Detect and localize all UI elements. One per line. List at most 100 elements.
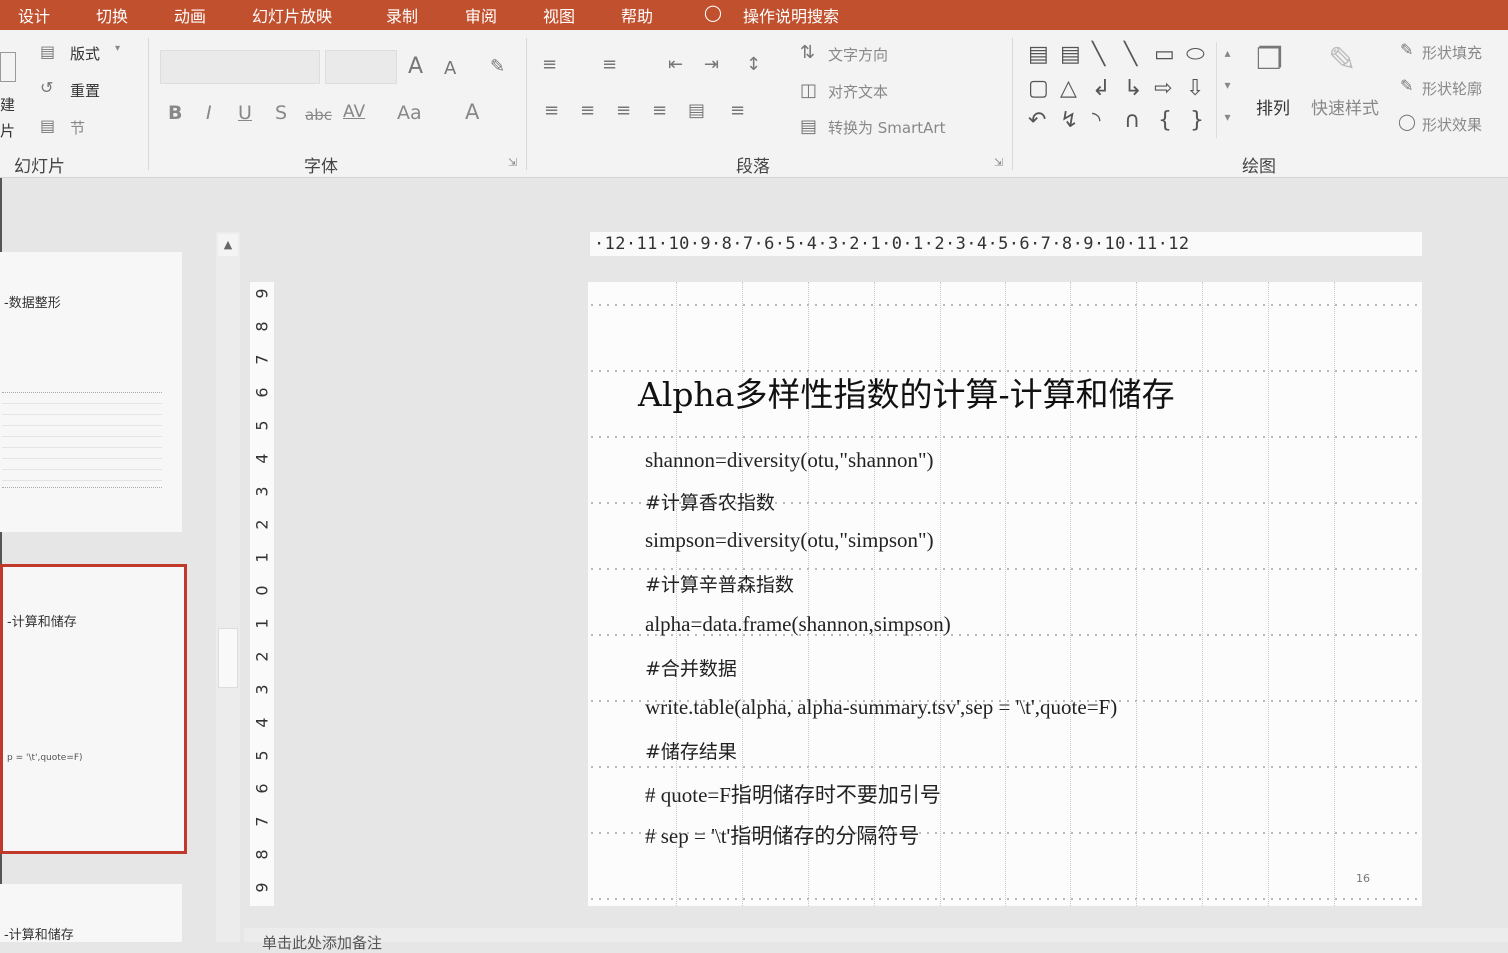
align-text-icon: ◫	[800, 80, 818, 101]
new-slide-label-2[interactable]: 片	[0, 120, 15, 141]
increase-indent-icon[interactable]: ⇥	[704, 54, 719, 75]
ruler-tick: 2	[252, 651, 272, 662]
tab-view[interactable]: 视图	[543, 3, 575, 27]
dialog-launcher-icon[interactable]: ⇲	[994, 156, 1003, 169]
comment-line[interactable]: #计算辛普森指数	[645, 570, 794, 597]
distributed-icon[interactable]: ▤	[688, 100, 705, 121]
line-spacing-icon[interactable]: ↕	[746, 54, 761, 75]
shape-effects-button[interactable]: 形状效果	[1422, 114, 1482, 135]
slide-title[interactable]: Alpha多样性指数的计算-计算和储存	[638, 368, 1175, 416]
notes-placeholder[interactable]: 单击此处添加备注	[262, 932, 382, 953]
tab-help[interactable]: 帮助	[621, 3, 653, 27]
italic-button[interactable]: I	[206, 102, 212, 124]
right-brace-shape-icon[interactable]: }	[1190, 108, 1204, 133]
shrink-font-button[interactable]: A	[444, 58, 456, 79]
reset-button[interactable]: 重置	[70, 80, 100, 101]
vertical-scrollbar[interactable]: ▲	[216, 232, 240, 942]
align-text-button[interactable]: 对齐文本	[828, 81, 888, 102]
arc-shape-icon[interactable]: ◝	[1092, 108, 1101, 133]
scroll-thumb[interactable]	[218, 628, 238, 688]
font-size-combo[interactable]	[325, 50, 397, 84]
ruler-tick: 4	[252, 453, 272, 464]
numbering-icon[interactable]: ≡	[602, 54, 617, 75]
tab-transitions[interactable]: 切换	[96, 3, 128, 27]
code-line[interactable]: write.table(alpha, alpha-summary.tsv',se…	[645, 695, 1117, 720]
tab-record[interactable]: 录制	[386, 3, 418, 27]
comment-line[interactable]: # sep = '\t'指明储存的分隔符号	[645, 820, 919, 850]
clear-format-icon[interactable]: ✎	[490, 56, 505, 77]
new-slide-icon[interactable]	[0, 52, 16, 82]
shadow-button[interactable]: S	[275, 102, 287, 124]
notes-pane[interactable]: 单击此处添加备注	[244, 928, 1508, 952]
tab-slideshow[interactable]: 幻灯片放映	[252, 3, 332, 27]
tab-animations[interactable]: 动画	[174, 3, 206, 27]
comment-line[interactable]: #储存结果	[645, 737, 737, 764]
bullets-icon[interactable]: ≡	[542, 54, 557, 75]
underline-button[interactable]: U	[238, 102, 252, 124]
change-case-button[interactable]: Aa	[397, 102, 422, 124]
layout-button[interactable]: 版式	[70, 43, 100, 64]
code-line[interactable]: alpha=data.frame(shannon,simpson)	[645, 612, 951, 637]
left-brace-shape-icon[interactable]: {	[1158, 108, 1172, 133]
chevron-down-icon: ▾	[115, 43, 121, 54]
new-slide-label[interactable]: 建	[0, 94, 15, 115]
shapes-gallery[interactable]: ▤ ▤ ╲ ╲ ▭ ⬭ ▢ △ ↲ ↳ ⇨ ⇩ ↶ ↯ ◝ ∩ { }	[1020, 42, 1220, 138]
slide-thumbnail[interactable]: -计算和储存	[0, 884, 182, 943]
tab-design[interactable]: 设计	[18, 3, 50, 27]
dialog-launcher-icon[interactable]: ⇲	[508, 156, 517, 169]
shape-outline-button[interactable]: 形状轮廓	[1422, 78, 1482, 99]
align-left-icon[interactable]: ≡	[544, 100, 559, 121]
grow-font-button[interactable]: A	[408, 54, 423, 79]
rounded-rectangle-shape-icon[interactable]: ▢	[1028, 76, 1049, 101]
lightning-shape-icon[interactable]: ↯	[1060, 108, 1078, 133]
triangle-shape-icon[interactable]: △	[1060, 76, 1077, 101]
shape-fill-button[interactable]: 形状填充	[1422, 42, 1482, 63]
slide-thumbnail-active[interactable]: -计算和储存 p = '\t',quote=F)	[0, 564, 187, 854]
font-name-combo[interactable]	[160, 50, 320, 84]
arrange-button[interactable]: 排列	[1256, 94, 1290, 119]
align-center-icon[interactable]: ≡	[580, 100, 595, 121]
char-spacing-button[interactable]: AV	[343, 102, 365, 122]
comment-line[interactable]: #计算香农指数	[645, 488, 775, 515]
justify-icon[interactable]: ≡	[652, 100, 667, 121]
slide-canvas[interactable]: Alpha多样性指数的计算-计算和储存 shannon=diversity(ot…	[588, 282, 1422, 906]
scroll-up-icon[interactable]: ▲	[218, 234, 238, 256]
oval-shape-icon[interactable]: ⬭	[1186, 42, 1205, 67]
code-line[interactable]: shannon=diversity(otu,"shannon")	[645, 448, 934, 473]
down-arrow-shape-icon[interactable]: ⇩	[1186, 76, 1204, 101]
lightbulb-icon: ◯	[704, 3, 722, 22]
decrease-indent-icon[interactable]: ⇤	[668, 54, 683, 75]
columns-icon[interactable]: ≡	[730, 100, 745, 121]
strikethrough-button[interactable]: abc	[305, 106, 332, 124]
chevron-up-icon[interactable]: ▴	[1217, 46, 1238, 60]
rectangle-shape-icon[interactable]: ▭	[1154, 42, 1175, 67]
gridline	[1268, 282, 1269, 906]
line-shape-icon[interactable]: ╲	[1124, 42, 1137, 67]
tab-review[interactable]: 审阅	[465, 3, 497, 27]
comment-line[interactable]: #合并数据	[645, 654, 737, 681]
ruler-tick: 7	[252, 816, 272, 827]
line-shape-icon[interactable]: ╲	[1092, 42, 1105, 67]
text-direction-button[interactable]: 文字方向	[828, 44, 888, 65]
align-right-icon[interactable]: ≡	[616, 100, 631, 121]
comment-line[interactable]: # quote=F指明储存时不要加引号	[645, 779, 941, 809]
search-tell-me[interactable]: 操作说明搜索	[743, 3, 839, 27]
curve-shape-icon[interactable]: ∩	[1124, 108, 1140, 133]
vertical-textbox-shape-icon[interactable]: ▤	[1060, 42, 1081, 67]
chevron-down-icon[interactable]: ▾	[1217, 78, 1238, 92]
font-color-button[interactable]: A	[465, 100, 479, 124]
slide-thumbnail[interactable]: -数据整形	[0, 252, 182, 532]
right-arrow-shape-icon[interactable]: ⇨	[1154, 76, 1172, 101]
elbow-connector-shape-icon[interactable]: ↲	[1092, 76, 1110, 101]
shapes-scroll[interactable]: ▴ ▾ ▾	[1216, 42, 1238, 138]
textbox-shape-icon[interactable]: ▤	[1028, 42, 1049, 67]
code-line[interactable]: simpson=diversity(otu,"simpson")	[645, 528, 934, 553]
elbow-arrow-shape-icon[interactable]: ↳	[1124, 76, 1142, 101]
more-icon[interactable]: ▾	[1217, 110, 1238, 124]
freeform-shape-icon[interactable]: ↶	[1028, 108, 1046, 133]
quick-styles-button[interactable]: 快速样式	[1311, 94, 1379, 119]
section-button[interactable]: 节	[70, 117, 85, 138]
bold-button[interactable]: B	[168, 102, 182, 124]
ruler-tick: 6	[252, 387, 272, 398]
convert-smartart-button[interactable]: 转换为 SmartArt	[828, 117, 945, 138]
